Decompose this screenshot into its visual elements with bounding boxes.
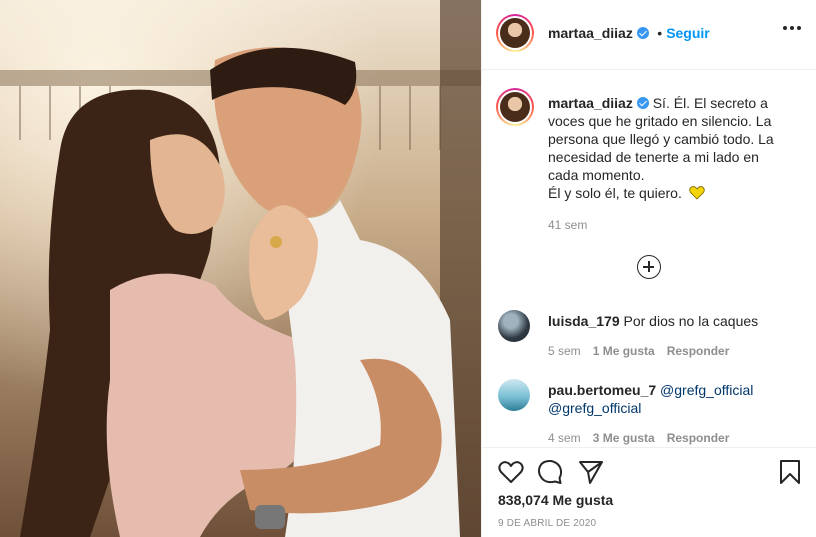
comment-age[interactable]: 4 sem <box>548 431 581 445</box>
commenter-username-link[interactable]: pau.bertomeu_7 <box>548 382 656 398</box>
comment-text: Por dios no la caques <box>623 313 759 329</box>
header-author-line: martaa_diiaz • Seguir <box>548 25 710 43</box>
avatar-photo <box>500 18 530 48</box>
post-caption: martaa_diiaz Sí. Él. El secreto a voces … <box>548 94 788 234</box>
comment-body: pau.bertomeu_7 @grefg_official @grefg_of… <box>548 381 808 417</box>
post-sidebar: martaa_diiaz • Seguir martaa_diiaz Sí. Él… <box>481 0 816 537</box>
comment-likes-link[interactable]: 1 Me gusta <box>593 344 655 358</box>
post-photo[interactable] <box>0 0 481 537</box>
heart-outline-icon[interactable] <box>498 460 524 484</box>
commenter-username-link[interactable]: luisda_179 <box>548 313 620 329</box>
comment-meta: 4 sem 3 Me gusta Responder <box>548 431 729 445</box>
comment-likes-link[interactable]: 3 Me gusta <box>593 431 655 445</box>
post-age[interactable]: 41 sem <box>548 216 788 234</box>
comment-meta: 5 sem 1 Me gusta Responder <box>548 344 729 358</box>
reply-button[interactable]: Responder <box>667 344 730 358</box>
separator-dot: • <box>657 25 663 41</box>
author-username-link[interactable]: martaa_diiaz <box>548 25 633 41</box>
reply-button[interactable]: Responder <box>667 431 730 445</box>
author-avatar[interactable] <box>496 14 534 52</box>
follow-button[interactable]: Seguir <box>666 25 710 41</box>
commenter-avatar[interactable] <box>498 310 530 342</box>
comment-bubble-icon[interactable] <box>537 459 563 485</box>
likes-count-link[interactable]: 838,074 Me gusta <box>498 492 613 508</box>
avatar-photo <box>500 92 530 122</box>
paper-plane-icon[interactable] <box>578 459 604 485</box>
comment-age[interactable]: 5 sem <box>548 344 581 358</box>
more-options-icon[interactable] <box>783 26 801 30</box>
caption-author-avatar[interactable] <box>496 88 534 126</box>
caption-username-link[interactable]: martaa_diiaz <box>548 95 633 111</box>
bookmark-icon[interactable] <box>779 459 801 485</box>
commenter-avatar[interactable] <box>498 379 530 411</box>
post-actions-bar: 838,074 Me gusta 9 DE ABRIL DE 2020 <box>482 447 816 537</box>
comment-body: luisda_179 Por dios no la caques <box>548 312 808 330</box>
plus-circle-icon[interactable] <box>637 255 661 279</box>
yellow-heart-emoji-icon <box>689 186 705 200</box>
post-header: martaa_diiaz • Seguir <box>482 0 816 70</box>
post-date[interactable]: 9 DE ABRIL DE 2020 <box>498 518 596 529</box>
verified-badge-icon <box>636 97 649 109</box>
verified-badge-icon <box>636 27 649 39</box>
couple-photo-illustration <box>0 0 481 537</box>
